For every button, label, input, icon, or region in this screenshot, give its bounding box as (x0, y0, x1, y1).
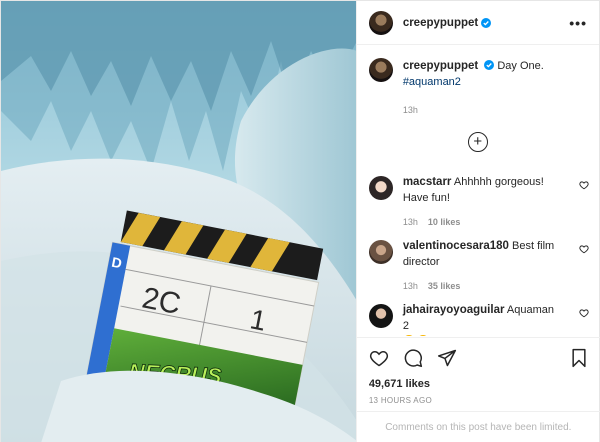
instagram-post: D 2C 1 NECRUS creepypuppet ••• (0, 0, 600, 442)
post-header: creepypuppet ••• (356, 1, 599, 45)
post-timestamp[interactable]: 13 HOURS AGO (369, 396, 588, 405)
more-options-icon[interactable]: ••• (569, 15, 587, 31)
comments-limited-notice: Comments on this post have been limited. (356, 411, 600, 442)
bookmark-icon[interactable] (570, 348, 588, 368)
comment-username[interactable]: jahairayoyoaguilar (403, 304, 505, 316)
verified-badge-icon (484, 60, 495, 70)
comment-heart-icon[interactable] (579, 180, 589, 190)
comment-icon[interactable] (403, 348, 423, 368)
caption-owner-avatar[interactable] (368, 58, 393, 82)
verified-badge-icon (481, 17, 492, 28)
commenter-avatar[interactable] (368, 304, 393, 328)
comment-username[interactable]: macstarr (403, 176, 452, 188)
comment-time[interactable]: 13h (403, 278, 418, 294)
load-more-comments-button[interactable]: + (467, 132, 488, 152)
post-side-panel: creepypuppet ••• creepypuppet Day One. #… (355, 1, 600, 442)
plus-circle-icon: + (473, 133, 483, 150)
post-photo[interactable]: D 2C 1 NECRUS (1, 1, 356, 442)
comment-heart-icon[interactable] (579, 244, 589, 254)
caption-text: Day One. (497, 60, 544, 72)
comment-likes[interactable]: 10 likes (428, 214, 461, 230)
caption-time[interactable]: 13h (403, 102, 544, 118)
post-caption: creepypuppet Day One. #aquaman2 13h (357, 46, 600, 118)
caption-username[interactable]: creepypuppet (403, 60, 478, 72)
comment-item: valentinocesara180 Best film director 13… (368, 238, 589, 294)
commenter-avatar[interactable] (368, 176, 393, 200)
paper-plane-icon[interactable] (437, 348, 457, 368)
owner-avatar[interactable] (368, 10, 393, 35)
ice-cave-clapperboard-image: D 2C 1 NECRUS (1, 1, 356, 442)
comment-item: macstarr Ahhhhh gorgeous! Have fun! 13h … (368, 174, 589, 230)
owner-username[interactable]: creepypuppet (403, 17, 478, 29)
comment-time[interactable]: 13h (403, 214, 418, 230)
caption-hashtag[interactable]: #aquaman2 (403, 76, 461, 88)
post-actions: 49,671 likes 13 HOURS AGO (356, 337, 600, 405)
comment-item: jahairayoyoaguilar Aquaman 2 (368, 302, 589, 336)
comment-username[interactable]: valentinocesara180 (403, 240, 509, 252)
comment-likes[interactable]: 35 likes (428, 278, 461, 294)
commenter-avatar[interactable] (368, 240, 393, 264)
comments-list[interactable]: creepypuppet Day One. #aquaman2 13h + ma (357, 46, 600, 336)
likes-count[interactable]: 49,671 likes (369, 378, 588, 390)
heart-icon[interactable] (369, 348, 389, 368)
heart-eyes-emoji (402, 335, 415, 336)
heart-eyes-emoji (416, 335, 429, 336)
comment-heart-icon[interactable] (579, 308, 589, 318)
action-icons (369, 346, 588, 370)
